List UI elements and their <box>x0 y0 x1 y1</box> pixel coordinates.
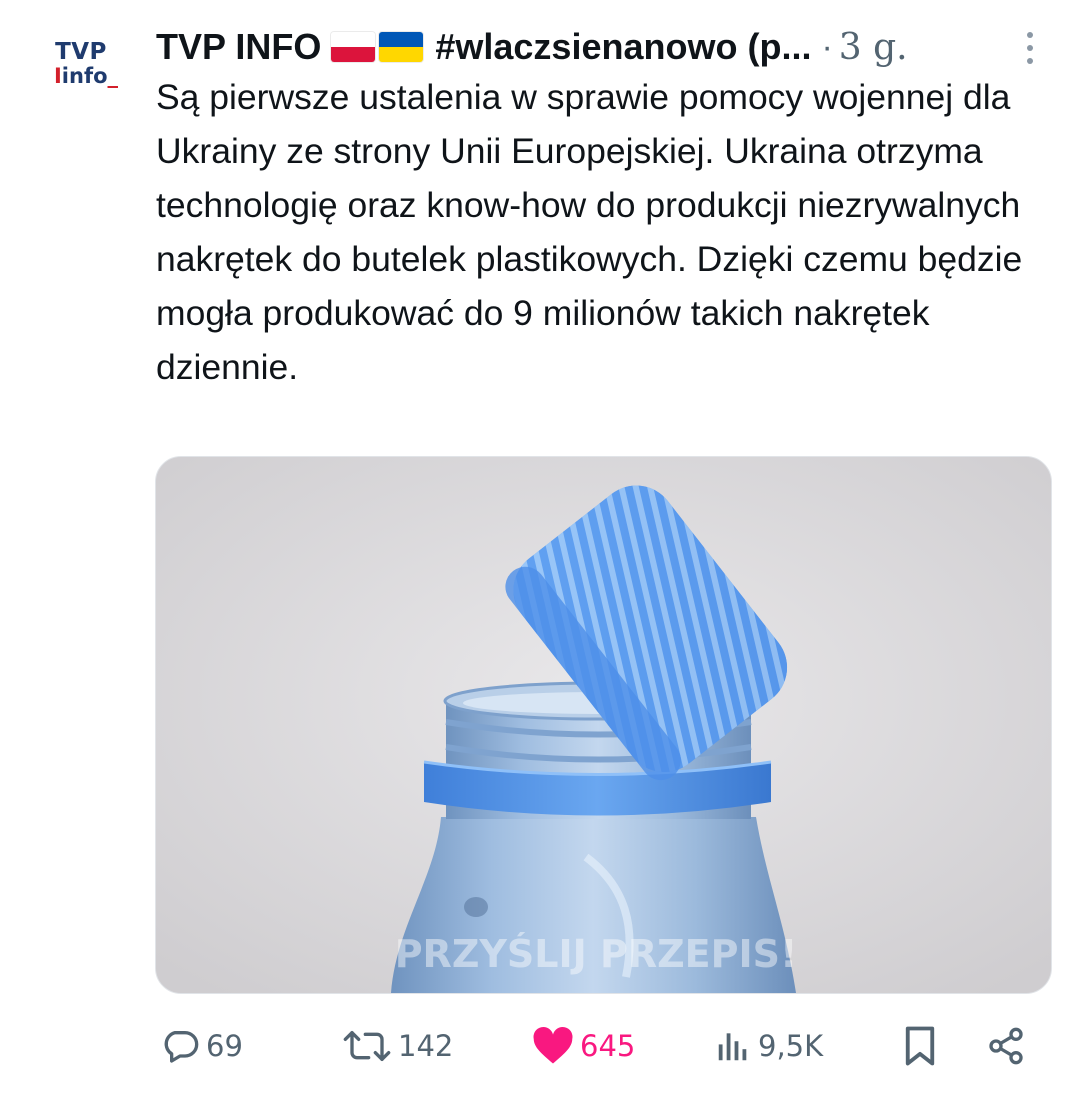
repost-count: 142 <box>398 1029 454 1063</box>
avatar-line-1: TVP <box>55 39 107 65</box>
avatar[interactable]: TVP Iinfo_ <box>36 40 126 110</box>
share-button[interactable] <box>986 1024 1026 1068</box>
reply-icon <box>164 1031 199 1063</box>
share-icon <box>989 1027 1023 1065</box>
tweet-media-image[interactable]: PRZYŚLIJ PRZEPIS! <box>155 456 1052 994</box>
author-name[interactable]: TVP INFO <box>156 26 424 68</box>
like-button[interactable]: 645 <box>532 1024 635 1068</box>
views-icon <box>718 1033 747 1061</box>
avatar-line-2: Iinfo_ <box>53 64 119 88</box>
tweet-header: TVP INFO #wlaczsienanowo (p... · 3 g. <box>156 22 1056 72</box>
views-count: 9,5K <box>758 1029 824 1063</box>
repost-icon <box>343 1031 391 1061</box>
bottle-cap-photo: PRZYŚLIJ PRZEPIS! <box>156 457 1051 993</box>
heart-icon <box>533 1026 573 1064</box>
author-name-text[interactable]: TVP INFO <box>156 26 321 68</box>
poland-flag-icon <box>331 32 376 62</box>
repost-button[interactable]: 142 <box>342 1024 453 1068</box>
avatar-line-2-text: info <box>61 64 108 88</box>
tweet-action-bar: 69 142 645 9,5K <box>0 1014 1080 1078</box>
views-button[interactable]: 9,5K <box>714 1024 823 1068</box>
bookmark-button[interactable] <box>902 1024 938 1068</box>
tweet-text: Są pierwsze ustalenia w sprawie pomocy w… <box>156 77 1023 387</box>
reply-count: 69 <box>206 1029 243 1063</box>
reply-button[interactable]: 69 <box>160 1024 243 1068</box>
timestamp[interactable]: 3 g. <box>839 27 908 68</box>
media-watermark: PRZYŚLIJ PRZEPIS! <box>395 932 798 976</box>
like-count: 645 <box>580 1029 636 1063</box>
header-separator: · <box>821 27 833 66</box>
more-icon[interactable] <box>1022 32 1038 64</box>
author-handle[interactable]: #wlaczsienanowo (p... <box>435 26 811 68</box>
ukraine-flag-icon <box>379 32 424 62</box>
bookmark-icon <box>905 1026 935 1066</box>
tweet-card[interactable]: TVP Iinfo_ TVP INFO #wlaczsienanowo (p..… <box>0 0 1080 1098</box>
